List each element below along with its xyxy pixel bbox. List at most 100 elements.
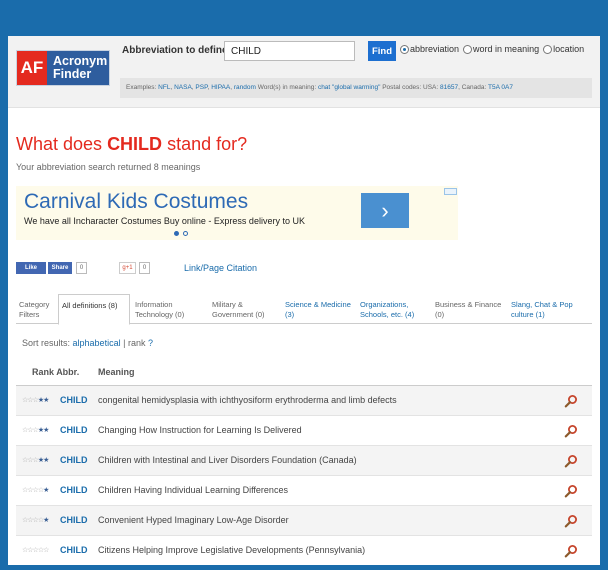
row-meaning: Children with Intestinal and Liver Disor… [98, 455, 357, 465]
tab-label: Slang, Chat & Pop [511, 300, 573, 309]
row-abbr-link[interactable]: CHILD [60, 395, 88, 405]
title-suffix: stand for? [167, 134, 248, 154]
column-rank: Rank [32, 367, 55, 377]
right-frame [600, 36, 608, 570]
table-row: ☆☆☆★★ CHILD Children with Intestinal and… [16, 446, 592, 476]
page-title: What does CHILD stand for? [16, 134, 247, 155]
logo-name-line2: Finder [53, 67, 92, 81]
radio-unselected-icon [543, 44, 553, 54]
radio-abbreviation[interactable]: abbreviation [400, 44, 459, 54]
main-content: AF Acronym Finder Abbreviation to define… [8, 36, 600, 565]
category-filters-line1: Category [19, 300, 50, 309]
sort-label: Sort results: [22, 338, 71, 348]
table-row: ☆☆☆★★ CHILD Changing How Instruction for… [16, 416, 592, 446]
tab-all-definitions[interactable]: All definitions (8) [58, 294, 130, 325]
magnifier-icon[interactable] [564, 484, 578, 498]
example-link[interactable]: PSP [195, 84, 207, 91]
tab-slang-chat-pop-culture[interactable]: Slang, Chat & Pop culture (1) [508, 294, 592, 324]
results-summary: Your abbreviation search returned 8 mean… [16, 162, 201, 172]
ad-pager-dot[interactable] [183, 231, 188, 236]
tab-science-medicine[interactable]: Science & Medicine (3) [282, 294, 364, 324]
bottom-frame [0, 565, 608, 570]
row-abbr-link[interactable]: CHILD [60, 515, 88, 525]
magnifier-icon[interactable] [564, 424, 578, 438]
page-citation-link[interactable]: Link/Page Citation [184, 262, 257, 274]
table-row: ☆☆☆☆★ CHILD Convenient Hyped Imaginary L… [16, 506, 592, 536]
canada-prefix: Canada: [461, 84, 487, 91]
table-row: ☆☆☆☆★ CHILD Children Having Individual L… [16, 476, 592, 506]
ad-pager-dot-active[interactable] [174, 231, 179, 236]
example-link[interactable]: NFL [158, 84, 170, 91]
table-row: ☆☆☆☆☆ CHILD Citizens Helping Improve Leg… [16, 536, 592, 565]
left-frame [0, 36, 8, 570]
rank-stars: ☆☆☆☆☆ [22, 547, 49, 554]
facebook-like-button[interactable]: Like [16, 262, 46, 274]
row-meaning: Changing How Instruction for Learning Is… [98, 425, 302, 435]
sort-alphabetical-link[interactable]: alphabetical [73, 338, 121, 348]
acronym-finder-logo[interactable]: AF Acronym Finder [16, 50, 110, 86]
meaning-example-link[interactable]: "global warming" [332, 84, 380, 91]
tab-label: Organizations, [360, 300, 409, 309]
ad-title[interactable]: Carnival Kids Costumes [24, 190, 248, 214]
meaning-prefix: Word(s) in meaning: [257, 84, 317, 91]
row-abbr-link[interactable]: CHILD [60, 425, 88, 435]
tab-organizations-schools[interactable]: Organizations, Schools, etc. (4) [357, 294, 429, 324]
find-button[interactable]: Find [368, 41, 396, 61]
ad-arrow-button[interactable]: › [361, 193, 409, 228]
row-abbr-link[interactable]: CHILD [60, 455, 88, 465]
sort-rank-label: rank [127, 338, 146, 348]
examples-prefix: Examples: [126, 84, 157, 91]
magnifier-icon[interactable] [564, 514, 578, 528]
sort-controls: Sort results: alphabetical | rank ? [22, 338, 153, 348]
radio-word-in-meaning[interactable]: word in meaning [463, 44, 539, 54]
category-filters-label: Category Filters [16, 294, 56, 324]
sort-help-link[interactable]: ? [148, 338, 153, 348]
advertisement[interactable]: Carnival Kids Costumes We have all Incha… [16, 186, 458, 240]
example-link[interactable]: HIPAA [211, 84, 230, 91]
google-plus-count: 0 [139, 262, 150, 274]
magnifier-icon[interactable] [564, 394, 578, 408]
example-link[interactable]: random [234, 84, 256, 91]
google-plus-button[interactable]: g+1 [119, 262, 136, 274]
tab-label: culture (1) [511, 310, 545, 319]
postal-prefix: Postal codes: USA: [382, 84, 439, 91]
meaning-example-link[interactable]: chat [318, 84, 330, 91]
tab-label: Business & Finance [435, 300, 502, 309]
usa-postal-link[interactable]: 81657 [440, 84, 458, 91]
category-filters: Category Filters All definitions (8) Inf… [16, 294, 592, 325]
top-banner [0, 0, 608, 36]
tab-label: Science & Medicine [285, 300, 351, 309]
logo-name: Acronym Finder [47, 51, 109, 85]
tab-military-government[interactable]: Military & Government (0) [209, 294, 283, 324]
example-link[interactable]: NASA [174, 84, 192, 91]
rank-stars: ☆☆☆★★ [22, 457, 49, 464]
ad-choices-icon[interactable] [444, 188, 457, 195]
column-abbr: Abbr. [56, 367, 80, 377]
radio-word-in-meaning-label: word in meaning [473, 44, 540, 54]
abbreviation-label: Abbreviation to define [122, 45, 228, 56]
results-table-header: Rank Abbr. Meaning [16, 360, 592, 386]
tab-label: (3) [285, 310, 295, 319]
column-meaning: Meaning [98, 367, 135, 377]
sort-separator: | [123, 338, 126, 348]
row-abbr-link[interactable]: CHILD [60, 545, 88, 555]
rank-stars: ☆☆☆★★ [22, 397, 49, 404]
radio-location[interactable]: location [543, 44, 584, 54]
tab-label: All definitions (8) [62, 301, 118, 310]
row-meaning: Convenient Hyped Imaginary Low-Age Disor… [98, 515, 289, 525]
results-table: ☆☆☆★★ CHILD congenital hemidysplasia wit… [16, 386, 592, 565]
row-abbr-link[interactable]: CHILD [60, 485, 88, 495]
radio-selected-icon [400, 44, 409, 54]
canada-postal-link[interactable]: T5A 0A7 [488, 84, 513, 91]
tab-information-technology[interactable]: Information Technology (0) [132, 294, 206, 324]
table-row: ☆☆☆★★ CHILD congenital hemidysplasia wit… [16, 386, 592, 416]
title-abbr: CHILD [107, 134, 163, 154]
site-header: AF Acronym Finder Abbreviation to define… [8, 36, 600, 108]
examples-bar: Examples: NFL, NASA, PSP, HIPAA, random … [120, 78, 592, 98]
magnifier-icon[interactable] [564, 544, 578, 558]
tab-business-finance[interactable]: Business & Finance (0) [432, 294, 512, 324]
tab-label: Schools, etc. (4) [360, 310, 415, 319]
magnifier-icon[interactable] [564, 454, 578, 468]
facebook-share-button[interactable]: Share [48, 262, 72, 274]
search-input[interactable] [224, 41, 355, 61]
